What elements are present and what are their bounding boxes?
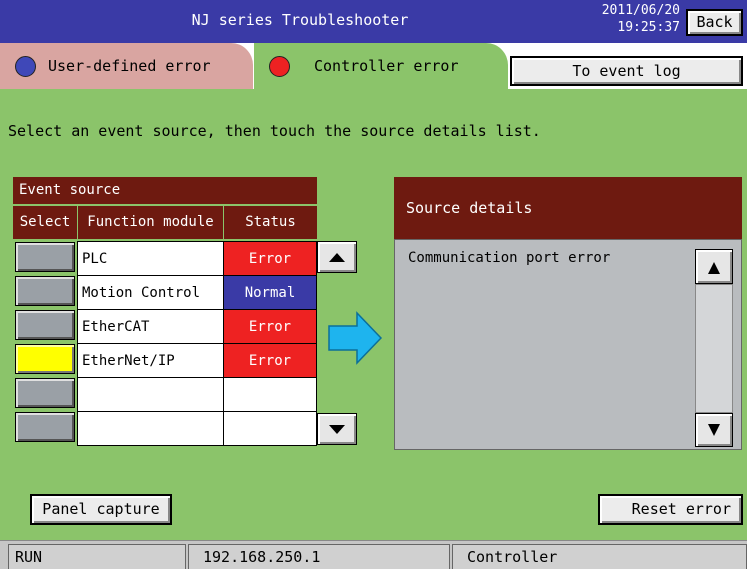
row-function-module[interactable] <box>77 411 224 446</box>
row-status[interactable]: Normal <box>223 275 317 310</box>
down-arrow-icon <box>708 424 720 436</box>
source-details-title: Source details <box>394 177 742 239</box>
up-arrow-icon <box>708 262 720 274</box>
row-function-module[interactable]: Motion Control <box>77 275 224 310</box>
row-status[interactable]: Error <box>223 309 317 344</box>
row-function-module[interactable]: EtherNet/IP <box>77 343 224 378</box>
row-select-button[interactable] <box>15 378 75 408</box>
column-header-function-module: Function module <box>78 206 223 239</box>
column-header-select: Select <box>13 206 77 239</box>
time-text: 19:25:37 <box>617 20 680 35</box>
source-details-scrollbar[interactable] <box>695 284 733 413</box>
row-status[interactable] <box>223 411 317 446</box>
row-function-module[interactable]: EtherCAT <box>77 309 224 344</box>
down-arrow-icon <box>329 425 345 434</box>
tab-label: Controller error <box>314 57 459 75</box>
row-function-module[interactable] <box>77 377 224 412</box>
instruction-text: Select an event source, then touch the s… <box>8 122 541 140</box>
user-error-indicator-icon <box>15 56 36 77</box>
back-button[interactable]: Back <box>686 9 743 36</box>
reset-error-button[interactable]: Reset error <box>598 494 743 525</box>
controller-error-indicator-icon <box>269 56 290 77</box>
run-mode-status: RUN <box>8 544 186 569</box>
source-detail-item[interactable]: Communication port error <box>408 250 610 266</box>
panel-capture-button[interactable]: Panel capture <box>30 494 172 525</box>
row-select-button[interactable] <box>15 412 75 442</box>
source-details-scroll-up-button[interactable] <box>695 249 733 284</box>
row-status[interactable] <box>223 377 317 412</box>
datetime: 2011/06/20 19:25:37 <box>560 2 680 36</box>
row-status[interactable]: Error <box>223 241 317 276</box>
column-header-status: Status <box>224 206 317 239</box>
up-arrow-icon <box>329 253 345 262</box>
window-title: NJ series Troubleshooter <box>191 11 409 29</box>
right-arrow-icon <box>328 311 383 365</box>
event-source-scroll-down-button[interactable] <box>317 413 357 445</box>
source-details-list[interactable] <box>394 239 742 450</box>
date-text: 2011/06/20 <box>601 3 680 18</box>
tab-controller-error[interactable]: Controller error <box>254 43 508 95</box>
tab-user-defined-error[interactable]: User-defined error <box>0 43 253 89</box>
row-select-button[interactable] <box>15 242 75 272</box>
device-status: Controller <box>452 544 747 569</box>
ip-address-status: 192.168.250.1 <box>188 544 450 569</box>
to-event-log-button[interactable]: To event log <box>510 56 743 86</box>
row-status[interactable]: Error <box>223 343 317 378</box>
source-details-scroll-down-button[interactable] <box>695 413 733 447</box>
row-select-button[interactable] <box>15 344 75 374</box>
row-function-module[interactable]: PLC <box>77 241 224 276</box>
event-source-scroll-up-button[interactable] <box>317 241 357 273</box>
row-select-button[interactable] <box>15 276 75 306</box>
row-select-button[interactable] <box>15 310 75 340</box>
event-source-title: Event source <box>13 177 317 204</box>
tab-label: User-defined error <box>48 57 211 75</box>
